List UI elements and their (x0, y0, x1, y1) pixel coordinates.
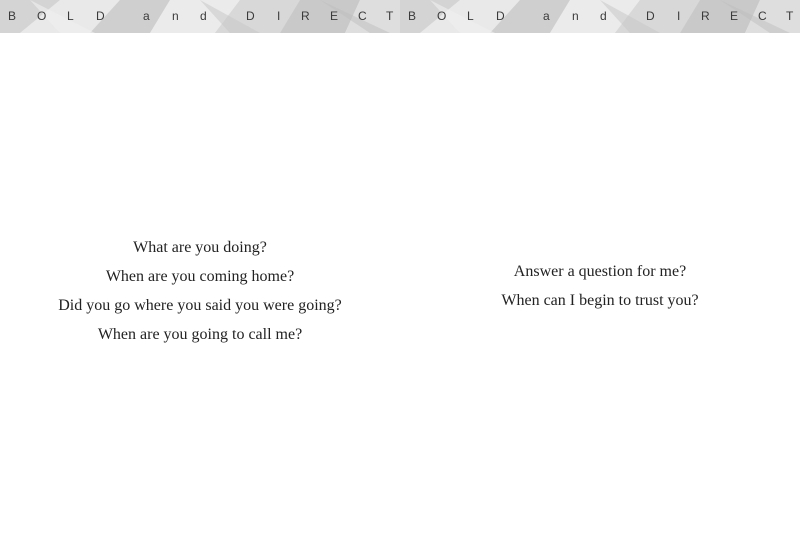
banner-title: B O L D a n d D I R E C T (0, 0, 400, 33)
right-page: B O L D a n d D I R E C T Answer a quest… (400, 0, 800, 560)
banner-letter: a (143, 9, 150, 23)
banner-letter: L (67, 9, 74, 23)
verse-line: When are you going to call me? (97, 326, 303, 343)
banner-letter: D (496, 9, 505, 23)
banner-letter: I (677, 9, 681, 23)
left-verse: What are you doing? When are you coming … (0, 233, 400, 349)
banner-letter: n (572, 9, 579, 23)
left-page: B O L D a n d D I R E C T What are you d… (0, 0, 400, 560)
banner-letter: E (330, 9, 339, 23)
banner-title: B O L D a n d D I R E C T (400, 0, 800, 33)
banner-letter: a (543, 9, 550, 23)
banner-letter: C (358, 9, 367, 23)
header-banner: B O L D a n d D I R E C T (0, 0, 400, 33)
banner-letter: L (467, 9, 474, 23)
verse-line: When can I begin to trust you? (501, 292, 699, 309)
banner-letter: D (246, 9, 255, 23)
verse-line: Answer a question for me? (513, 263, 687, 280)
banner-letter: I (277, 9, 281, 23)
banner-letter: E (730, 9, 739, 23)
verse-line: What are you doing? (133, 239, 267, 256)
banner-letter: R (301, 9, 310, 23)
banner-letter: O (37, 9, 47, 23)
right-verse: Answer a question for me? When can I beg… (400, 257, 800, 315)
banner-letter: O (437, 9, 447, 23)
banner-letter: n (172, 9, 179, 23)
banner-letter: D (646, 9, 655, 23)
banner-letter: T (386, 9, 394, 23)
verse-line: Did you go where you said you were going… (58, 297, 342, 314)
verse-line: When are you coming home? (105, 268, 295, 285)
banner-letter: B (8, 9, 17, 23)
banner-letter: D (96, 9, 105, 23)
banner-letter: T (786, 9, 794, 23)
banner-letter: B (408, 9, 417, 23)
banner-letter: d (200, 9, 207, 23)
header-banner: B O L D a n d D I R E C T (400, 0, 800, 33)
banner-letter: d (600, 9, 607, 23)
banner-letter: C (758, 9, 767, 23)
book-spread: B O L D a n d D I R E C T What are you d… (0, 0, 800, 560)
banner-letter: R (701, 9, 710, 23)
